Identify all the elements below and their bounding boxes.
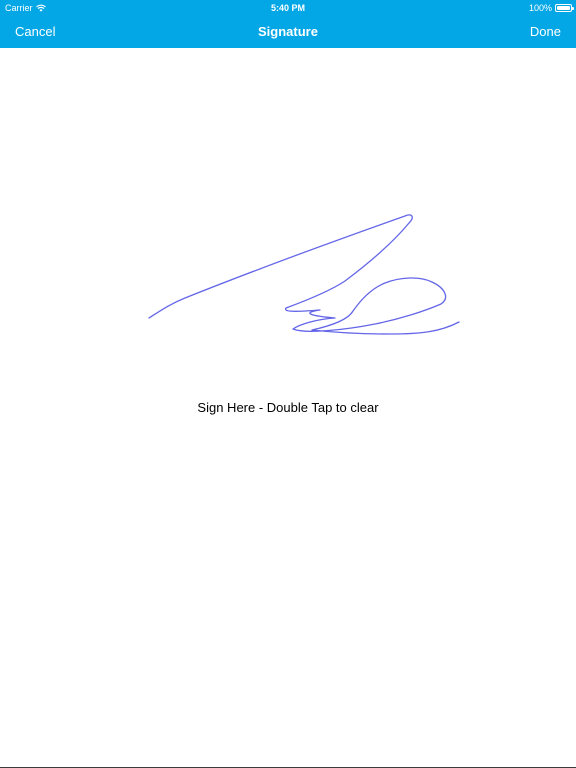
top-bar: Carrier 5:40 PM 100% Cancel Signature Do… <box>0 0 576 48</box>
page-title: Signature <box>258 24 318 39</box>
done-button[interactable]: Done <box>530 24 561 39</box>
battery-icon <box>555 4 574 12</box>
status-bar: Carrier 5:40 PM 100% <box>0 0 576 16</box>
battery-percent: 100% <box>528 3 552 13</box>
signature-screen: Carrier 5:40 PM 100% Cancel Signature Do… <box>0 0 576 768</box>
signature-pad[interactable]: Sign Here - Double Tap to clear <box>0 48 576 767</box>
sign-here-hint: Sign Here - Double Tap to clear <box>197 400 379 415</box>
status-time: 5:40 PM <box>270 3 305 13</box>
battery-indicator: 100% <box>528 3 574 13</box>
navigation-bar: Cancel Signature Done <box>0 16 576 48</box>
